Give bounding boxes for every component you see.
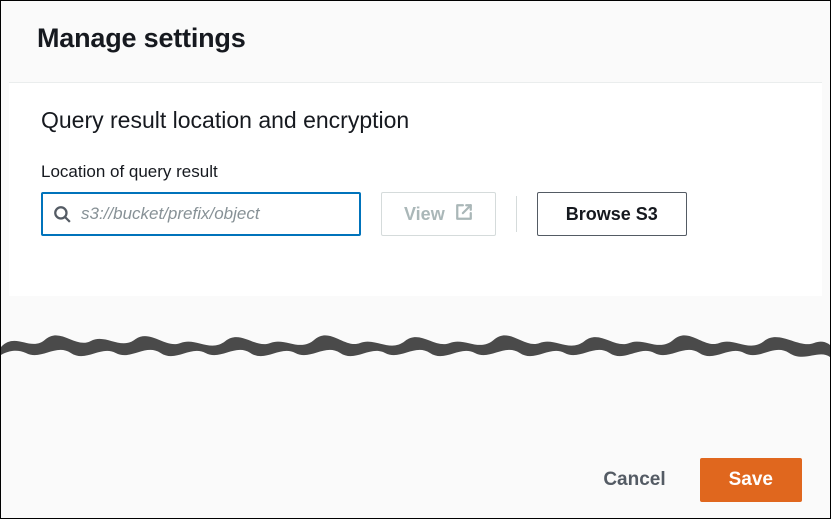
search-icon: [53, 205, 71, 223]
save-button-label: Save: [729, 469, 773, 490]
view-button-label: View: [404, 204, 445, 225]
settings-panel: Query result location and encryption Loc…: [9, 82, 822, 296]
cancel-button[interactable]: Cancel: [597, 461, 671, 499]
cancel-button-label: Cancel: [603, 469, 665, 490]
dialog-footer: Cancel Save: [597, 458, 802, 502]
dialog-title: Manage settings: [37, 23, 794, 54]
location-input-wrap[interactable]: [41, 192, 361, 236]
vertical-divider: [516, 196, 517, 232]
external-link-icon: [455, 203, 473, 226]
view-button[interactable]: View: [381, 192, 496, 236]
location-row: View Browse S3: [41, 192, 790, 236]
field-label-location: Location of query result: [41, 162, 790, 182]
location-input[interactable]: [79, 203, 349, 225]
browse-s3-button[interactable]: Browse S3: [537, 192, 687, 236]
torn-edge-decoration: [1, 319, 830, 367]
dialog-header: Manage settings: [1, 1, 830, 74]
browse-s3-label: Browse S3: [566, 204, 658, 225]
save-button[interactable]: Save: [700, 458, 802, 502]
dialog-frame: Manage settings Query result location an…: [0, 0, 831, 519]
section-title: Query result location and encryption: [41, 107, 790, 134]
